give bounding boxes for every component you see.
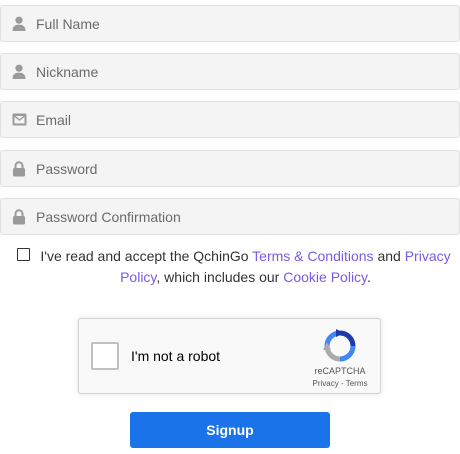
terms-and: and [373,248,405,264]
recaptcha-label: I'm not a robot [131,348,221,364]
nickname-field[interactable] [0,53,460,90]
password-input[interactable] [36,151,459,186]
email-input[interactable] [36,102,459,137]
user-icon [2,16,36,31]
recaptcha-brand: reCAPTCHA [314,366,366,376]
signup-button[interactable]: Signup [130,412,330,448]
terms-prefix: I've read and accept the QchinGo [40,248,253,264]
password-field[interactable] [0,150,460,187]
terms-conditions-link[interactable]: Terms & Conditions [252,248,373,264]
cookie-policy-link[interactable]: Cookie Policy [283,269,367,285]
password-confirmation-input[interactable] [36,199,459,234]
nickname-input[interactable] [36,54,459,89]
terms-text: I've read and accept the QchinGo Terms &… [34,246,457,288]
recaptcha-privacy-terms-links[interactable]: Privacy - Terms [303,379,377,388]
terms-checkbox[interactable] [17,248,30,261]
full-name-field[interactable] [0,5,460,42]
terms-suffix: . [367,269,371,285]
envelope-icon [2,113,36,126]
full-name-input[interactable] [36,6,459,41]
lock-icon [2,208,36,225]
recaptcha-logo-icon [323,329,357,363]
user-icon [2,64,36,79]
lock-icon [2,160,36,177]
recaptcha-widget: I'm not a robot reCAPTCHA Privacy - Term… [78,318,381,394]
email-field[interactable] [0,101,460,138]
terms-middle: , which includes our [156,269,284,285]
recaptcha-checkbox[interactable] [91,342,119,370]
password-confirmation-field[interactable] [0,198,460,235]
